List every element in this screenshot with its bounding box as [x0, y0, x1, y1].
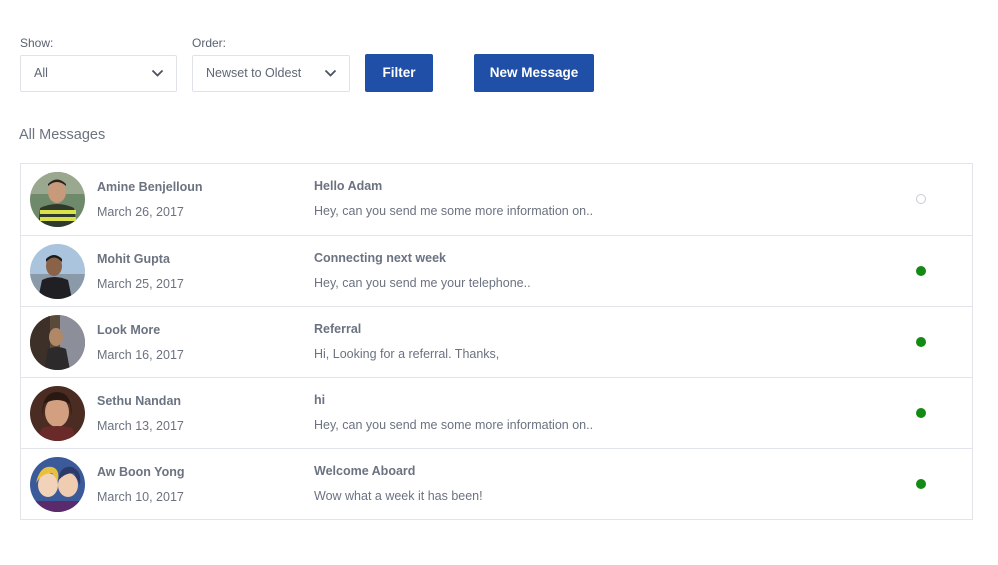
- message-date: March 13, 2017: [97, 419, 184, 433]
- unread-status-dot: [916, 337, 926, 347]
- sender-name: Amine Benjelloun: [97, 180, 203, 194]
- message-date: March 10, 2017: [97, 490, 184, 504]
- avatar: [30, 244, 85, 299]
- message-preview: Hey, can you send me some more informati…: [314, 418, 594, 432]
- message-preview: Wow what a week it has been!: [314, 489, 483, 503]
- order-select-value: Newset to Oldest: [206, 66, 302, 80]
- sender-name: Mohit Gupta: [97, 252, 170, 266]
- message-row[interactable]: Amine Benjelloun March 26, 2017 Hello Ad…: [21, 164, 972, 235]
- sender-name: Sethu Nandan: [97, 394, 182, 408]
- show-select[interactable]: All: [20, 55, 177, 92]
- read-status-dot: [916, 194, 926, 204]
- message-date: March 25, 2017: [97, 277, 184, 291]
- chevron-down-icon: [324, 69, 337, 77]
- unread-status-dot: [916, 266, 926, 276]
- message-subject: Connecting next week: [314, 251, 446, 265]
- avatar: [30, 172, 85, 227]
- message-subject: Hello Adam: [314, 179, 383, 193]
- unread-status-dot: [916, 408, 926, 418]
- show-field: Show:: [20, 36, 53, 52]
- order-select[interactable]: Newset to Oldest: [192, 55, 350, 92]
- order-field: Order:: [192, 36, 226, 52]
- message-list: Amine Benjelloun March 26, 2017 Hello Ad…: [20, 163, 973, 520]
- show-label: Show:: [20, 36, 54, 50]
- avatar: [30, 457, 85, 512]
- new-message-button[interactable]: New Message: [474, 54, 594, 92]
- message-row[interactable]: Sethu Nandan March 13, 2017 hi Hey, can …: [21, 377, 972, 448]
- sender-name: Look More: [97, 323, 161, 337]
- message-preview: Hi, Looking for a referral. Thanks,: [314, 347, 500, 361]
- avatar: [30, 315, 85, 370]
- order-label: Order:: [192, 36, 227, 50]
- show-select-value: All: [34, 66, 48, 80]
- message-subject: Referral: [314, 322, 362, 336]
- message-subject: hi: [314, 393, 326, 407]
- message-preview: Hey, can you send me your telephone..: [314, 276, 531, 290]
- avatar: [30, 386, 85, 441]
- sender-name: Aw Boon Yong: [97, 465, 185, 479]
- section-title: All Messages: [19, 127, 106, 143]
- message-date: March 16, 2017: [97, 348, 184, 362]
- filter-bar: Show: All Order: Newset to Oldest Filter…: [20, 36, 980, 96]
- message-row[interactable]: Aw Boon Yong March 10, 2017 Welcome Aboa…: [21, 448, 972, 519]
- message-row[interactable]: Look More March 16, 2017 Referral Hi, Lo…: [21, 306, 972, 377]
- message-date: March 26, 2017: [97, 205, 184, 219]
- filter-button[interactable]: Filter: [365, 54, 433, 92]
- unread-status-dot: [916, 479, 926, 489]
- message-row[interactable]: Mohit Gupta March 25, 2017 Connecting ne…: [21, 235, 972, 306]
- message-subject: Welcome Aboard: [314, 464, 416, 478]
- chevron-down-icon: [151, 69, 164, 77]
- message-preview: Hey, can you send me some more informati…: [314, 204, 594, 218]
